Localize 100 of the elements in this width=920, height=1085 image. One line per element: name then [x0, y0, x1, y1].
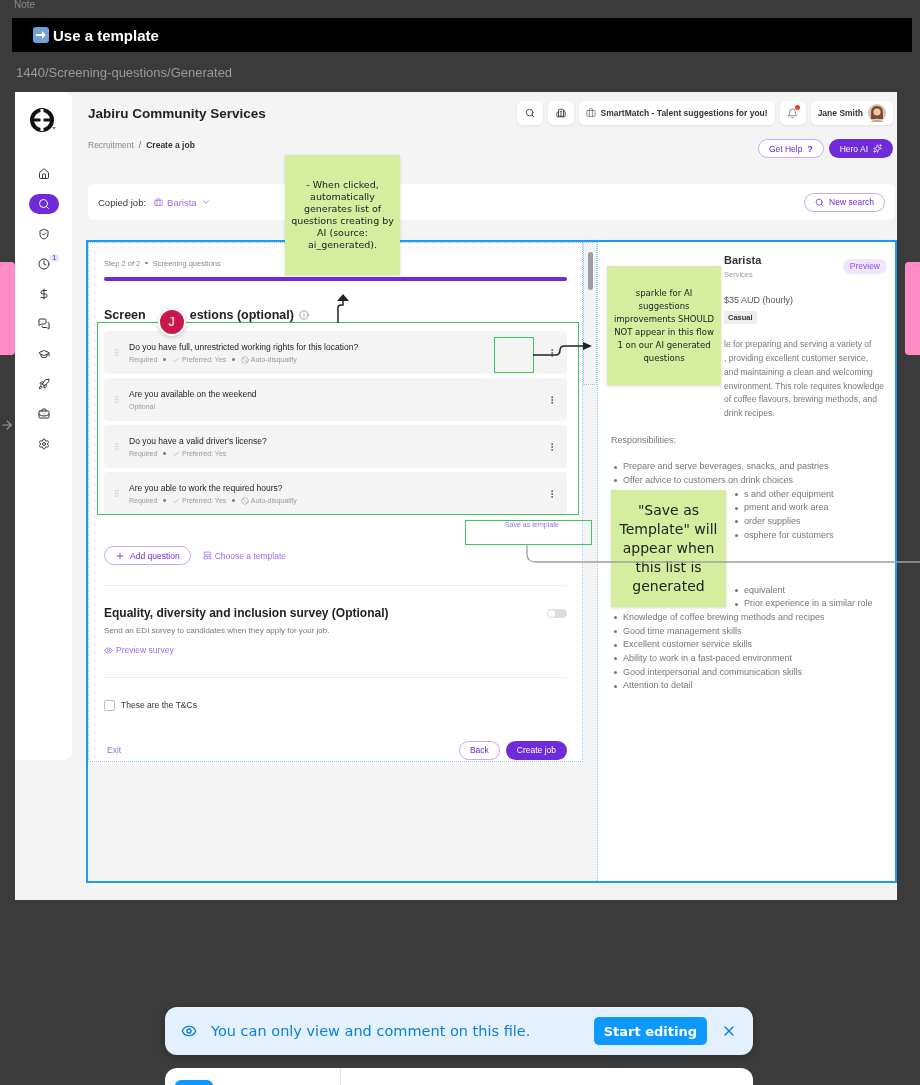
- description-text: and maintaining a clean and welcoming environment. This role requires knowledge of coffee flavours, brewing methods, and drink recipes.: [724, 365, 885, 420]
- section-title: estions (optional): [189, 308, 294, 322]
- company-button[interactable]: [547, 101, 574, 125]
- bullet-dot: [614, 671, 617, 675]
- list-item: equivalent: [744, 583, 786, 597]
- separator-dot: [232, 358, 235, 361]
- job-title: Barista: [724, 254, 763, 267]
- canvas-label: Note: [13, 0, 37, 10]
- eye-icon: [104, 645, 113, 655]
- dollar-icon: [37, 288, 50, 300]
- preview-survey-link[interactable]: Preview survey: [104, 645, 174, 655]
- bullet-dot: [735, 520, 738, 524]
- scrollbar-thumb[interactable]: [587, 252, 593, 290]
- search-icon: [37, 198, 50, 210]
- search-button[interactable]: [516, 101, 543, 125]
- bullet-dot: [614, 657, 617, 661]
- smartmatch-button[interactable]: SmartMatch - Talent suggestions for you!: [578, 101, 775, 125]
- question-text: Are you able to work the required hours?: [129, 482, 284, 493]
- list-item: Excellent customer service skills: [623, 638, 753, 652]
- choose-template-link[interactable]: Choose a template: [202, 550, 286, 561]
- exit-link[interactable]: Exit: [107, 745, 122, 755]
- section-title: Screen: [104, 308, 146, 322]
- graduation-cap-icon: [37, 348, 50, 360]
- description-text: , providing excellent customer service,: [724, 352, 870, 366]
- job-select[interactable]: Barista: [154, 196, 211, 208]
- responsibilities-label: Responsibilities:: [611, 433, 678, 447]
- settings-icon: [37, 438, 50, 450]
- info-icon: [298, 310, 309, 320]
- ai-button[interactable]: Hero AI: [828, 139, 893, 158]
- list-item: osphere for customers: [744, 528, 834, 542]
- question-text: Do you have full, unrestricted working rights for this location?: [129, 341, 360, 352]
- home-icon: [37, 168, 50, 180]
- bullet-dot: [735, 493, 738, 497]
- bullet-dot: [735, 506, 738, 510]
- drag-handle-icon[interactable]: [112, 395, 121, 404]
- check-icon: [171, 355, 180, 364]
- briefcase-icon: [585, 108, 596, 118]
- sticky-note: sparkle for AI suggestions improvements SHOULD NOT appear in this flow 1 on our AI generated questions: [607, 266, 721, 385]
- bullet-dot: [614, 643, 617, 647]
- toast-message: You can only view and comment on this file.: [211, 1023, 532, 1039]
- sticky-note: - When clicked, automatically generates list of questions creating by AI (source: ai_generated).: [285, 155, 400, 275]
- eye-icon: [181, 1023, 197, 1039]
- question-text: Do you have a valid driver's license?: [129, 435, 268, 446]
- bullet-dot: [614, 479, 617, 483]
- list-item: order supplies: [744, 515, 801, 529]
- create-job-button[interactable]: Create job: [505, 740, 567, 760]
- ban-icon: [240, 496, 249, 505]
- briefcase-icon: [154, 197, 164, 207]
- preview-badge: Preview: [842, 259, 887, 274]
- separator-dot: [163, 452, 166, 455]
- check-icon: [171, 496, 180, 505]
- briefcase-icon: [37, 408, 50, 420]
- bullet-dot: [614, 616, 617, 620]
- building-icon: [555, 108, 566, 118]
- notifications-button[interactable]: [779, 101, 806, 125]
- separator-dot: [232, 499, 235, 502]
- sidebar-item[interactable]: [28, 194, 59, 214]
- logo: [29, 108, 58, 132]
- chevron-down-icon: [200, 197, 211, 207]
- help-button[interactable]: Get Help ?: [757, 139, 824, 158]
- separator-dot: [163, 499, 166, 502]
- add-question-button[interactable]: Add question: [104, 546, 191, 565]
- list-item: Prior experience in a similar role: [744, 597, 873, 611]
- breadcrumb-separator: /: [138, 140, 142, 150]
- copied-job-label: Copied job:: [98, 196, 147, 208]
- banner-title: Use a template: [53, 26, 159, 44]
- list-item: Ability to work in a fast-paced environment: [623, 652, 793, 666]
- list-item: Offer advice to customers on drink choices: [623, 474, 793, 488]
- bullet-dot: [614, 684, 617, 688]
- separator-dot: [163, 358, 166, 361]
- search-icon: [524, 108, 535, 118]
- pay-rate: $35 AUD (hourly): [724, 294, 795, 307]
- drag-handle-icon[interactable]: [112, 442, 121, 451]
- list-item: Good interpersonal and communication skills: [623, 665, 803, 679]
- bullet-dot: [735, 602, 738, 606]
- description-text: le for preparing and serving a variety of: [724, 338, 873, 352]
- survey-toggle[interactable]: [547, 608, 567, 618]
- list-item: Knowledge of coffee brewing methods and recipes: [623, 610, 825, 624]
- bell-icon: [787, 107, 799, 119]
- rocket-icon: [37, 378, 50, 390]
- back-button[interactable]: Back: [458, 740, 500, 760]
- arrow-right-icon: [0, 418, 14, 432]
- list-item: Good time management skills: [623, 624, 742, 638]
- question-text: Are you available on the weekend: [129, 389, 258, 399]
- collaborator-avatar: J: [157, 308, 186, 336]
- check-icon: [171, 449, 180, 458]
- frame-label[interactable]: 1440/Screening-questions/Generated: [0, 66, 233, 80]
- separator-dot: [145, 261, 148, 265]
- survey-title: Equality, diversity and inclusion survey (Optional): [104, 606, 389, 620]
- bullet-dot: [614, 465, 617, 469]
- terms-checkbox[interactable]: [104, 699, 115, 711]
- sticky-note: "Save as Template" will appear when this list is generated: [611, 489, 726, 607]
- drag-handle-icon[interactable]: [112, 348, 121, 357]
- terms-label: These are the T&Cs: [121, 700, 197, 710]
- drag-handle-icon[interactable]: [112, 489, 121, 498]
- bullet-dot: [614, 630, 617, 633]
- user-menu[interactable]: Jane Smith: [810, 101, 893, 125]
- organization-name: Jabiru Community Services: [88, 106, 266, 121]
- new-search-button[interactable]: New search: [804, 192, 885, 212]
- clock-icon: [37, 258, 50, 270]
